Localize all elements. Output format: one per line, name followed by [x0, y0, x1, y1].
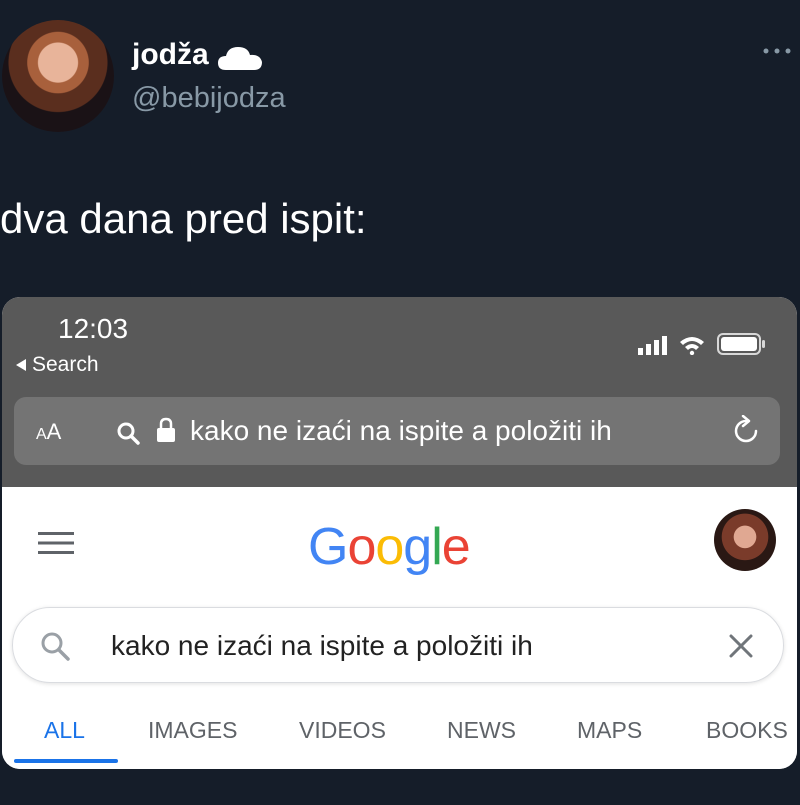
reload-icon[interactable] [730, 415, 762, 447]
logo-letter-o2: o [375, 518, 404, 576]
lock-icon [157, 417, 175, 442]
logo-letter-g: G [308, 518, 348, 576]
display-name[interactable]: jodža [132, 38, 209, 72]
status-time: 12:03 [58, 313, 129, 344]
back-to-search[interactable]: Search [16, 353, 99, 377]
account-avatar[interactable] [714, 509, 776, 571]
tab-maps[interactable]: MAPS [577, 717, 642, 744]
google-logo[interactable]: Google [308, 517, 471, 577]
tab-all[interactable]: ALL [44, 717, 85, 744]
tab-videos[interactable]: VIDEOS [299, 717, 386, 744]
wifi-icon [680, 337, 704, 355]
cloud-icon [218, 47, 262, 70]
clear-icon[interactable] [727, 632, 755, 660]
text-size-button[interactable]: AA [36, 419, 61, 445]
search-icon[interactable] [39, 630, 71, 662]
tweet-avatar[interactable] [2, 20, 114, 132]
search-tabs: ALL IMAGES VIDEOS NEWS MAPS BOOKS [2, 709, 797, 763]
menu-icon[interactable] [38, 531, 74, 555]
logo-letter-g2: g [403, 518, 432, 576]
battery-icon [717, 333, 765, 355]
safari-header: 12:03 Search AA kako ne izaći na ispite … [2, 297, 797, 487]
google-search-box[interactable]: kako ne izaći na ispite a položiti ih [12, 607, 784, 683]
logo-letter-l: l [431, 518, 443, 576]
handle[interactable]: @bebijodza [132, 82, 286, 115]
signal-icon [638, 336, 667, 355]
tab-images[interactable]: IMAGES [148, 717, 237, 744]
logo-letter-o1: o [347, 518, 376, 576]
url-bar[interactable]: AA kako ne izaći na ispite a položiti ih [14, 397, 780, 465]
tab-news[interactable]: NEWS [447, 717, 516, 744]
back-arrow-icon [16, 359, 26, 371]
logo-letter-e: e [441, 518, 471, 576]
tab-books[interactable]: BOOKS [706, 717, 788, 744]
search-icon [117, 422, 140, 445]
search-query[interactable]: kako ne izaći na ispite a položiti ih [111, 630, 533, 662]
screenshot-card[interactable]: 12:03 Search AA kako ne izaći na ispite … [2, 297, 797, 769]
url-text[interactable]: kako ne izaći na ispite a položiti ih [190, 415, 612, 447]
status-icons [638, 333, 767, 355]
back-label: Search [32, 353, 99, 376]
more-icon[interactable] [762, 46, 792, 56]
tweet-text: dva dana pred ispit: [0, 195, 367, 242]
active-tab-underline [14, 759, 118, 763]
google-page: Google kako ne izaći na ispite a položit… [2, 487, 797, 769]
